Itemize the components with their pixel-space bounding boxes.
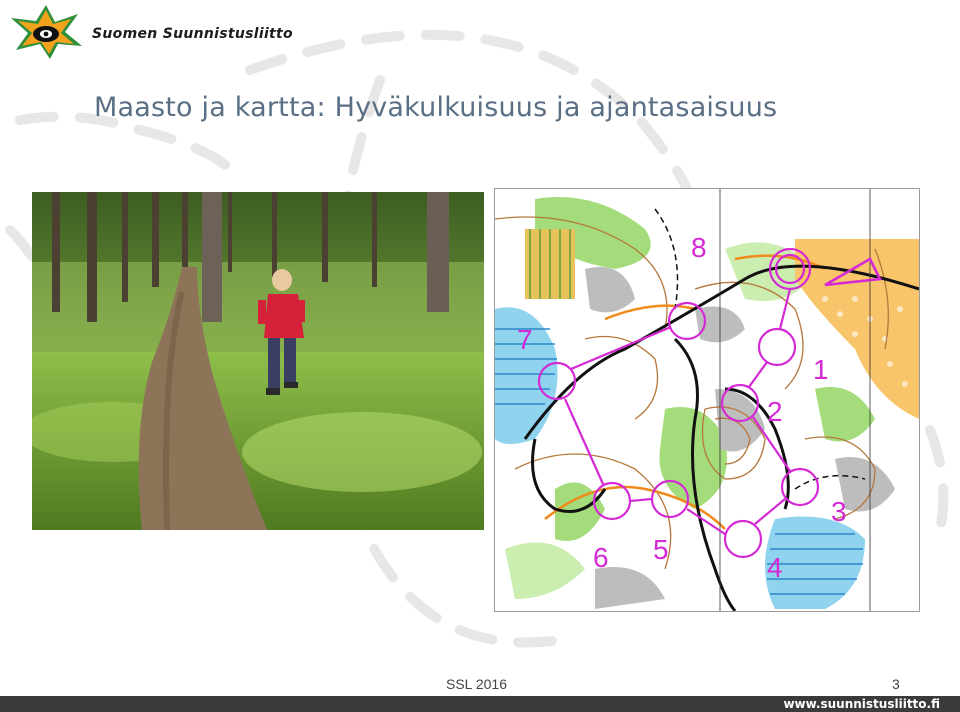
organization-name: Suomen Suunnistusliitto (92, 26, 293, 42)
footer-text: SSL 2016 (446, 676, 507, 692)
control-number-6: 6 (593, 542, 609, 573)
control-number-5: 5 (653, 534, 669, 565)
control-number-7: 7 (517, 324, 533, 355)
control-number-1: 1 (813, 354, 829, 385)
control-number-8: 8 (691, 232, 707, 263)
slide-title: Maasto ja kartta: Hyväkulkuisuus ja ajan… (94, 92, 778, 123)
footer-bar: www.suunnistusliitto.fi (0, 696, 960, 712)
child-running-forest-path-photo (32, 192, 484, 530)
compass-star-logo (11, 5, 82, 59)
orienteering-map-course: 1 2 3 4 5 6 7 8 (494, 188, 920, 612)
control-number-4: 4 (767, 552, 783, 583)
page-number: 3 (892, 676, 900, 692)
website-url: www.suunnistusliitto.fi (783, 697, 940, 711)
control-number-3: 3 (831, 496, 847, 527)
control-number-2: 2 (767, 396, 783, 427)
